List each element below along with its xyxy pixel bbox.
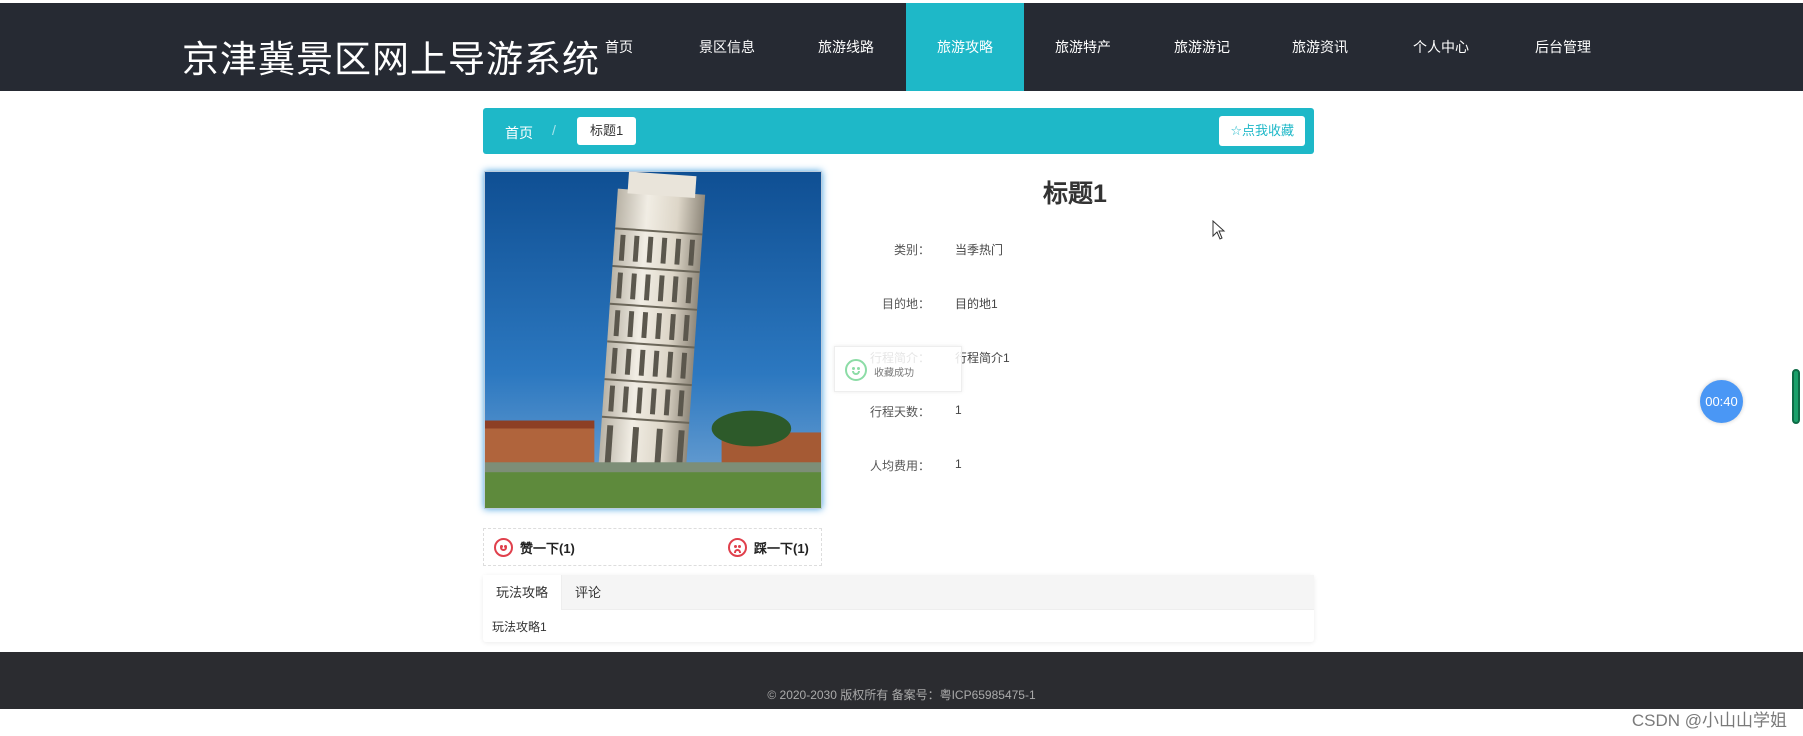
field-value-summary: 行程简介1 (955, 351, 1010, 365)
site-title: 京津冀景区网上导游系统 (182, 38, 600, 81)
footer: © 2020-2030 版权所有 备案号：粤ICP65985475-1 (0, 652, 1803, 709)
breadcrumb: 首页 / 标题1 ☆点我收藏 (483, 108, 1314, 154)
nav-item-home[interactable]: 首页 (560, 3, 678, 91)
nav-item-news[interactable]: 旅游资讯 (1261, 3, 1379, 91)
nav-item-routes[interactable]: 旅游线路 (787, 3, 905, 91)
field-label-category: 类别： (893, 243, 930, 257)
tab-content: 玩法攻略1 (492, 620, 547, 634)
leaning-tower-image (485, 172, 821, 508)
guide-photo (484, 171, 822, 509)
nav-item-scenic-info[interactable]: 景区信息 (668, 3, 786, 91)
nav-item-specialties[interactable]: 旅游特产 (1024, 3, 1142, 91)
frown-icon (728, 538, 747, 557)
dislike-button[interactable]: 踩一下(1) (728, 538, 809, 557)
success-toast: 收藏成功 (834, 346, 962, 392)
nav-item-travel-notes[interactable]: 旅游游记 (1143, 3, 1261, 91)
breadcrumb-current: 标题1 (577, 117, 637, 145)
cursor-icon (1212, 219, 1226, 245)
breadcrumb-separator: / (552, 122, 556, 138)
field-value-destination: 目的地1 (955, 297, 998, 311)
nav-item-user-center[interactable]: 个人中心 (1382, 3, 1500, 91)
tab-comments[interactable]: 评论 (562, 575, 614, 610)
guide-tabs: 玩法攻略 评论 玩法攻略1 (483, 575, 1314, 642)
tab-strategy[interactable]: 玩法攻略 (483, 575, 562, 610)
tab-header: 玩法攻略 评论 (483, 575, 1314, 610)
timer-badge[interactable]: 00:40 (1700, 380, 1743, 423)
top-navbar: 京津冀景区网上导游系统 首页 景区信息 旅游线路 旅游攻略 旅游特产 旅游游记 … (0, 3, 1803, 91)
watermark: CSDN @小山山学姐 (1631, 711, 1787, 730)
breadcrumb-home-link[interactable]: 首页 (505, 123, 533, 143)
vote-bar: 赞一下(1) 踩一下(1) (483, 528, 822, 566)
favorite-button[interactable]: ☆点我收藏 (1219, 116, 1305, 146)
like-button[interactable]: 赞一下(1) (494, 538, 575, 557)
field-value-category: 当季热门 (955, 243, 1004, 257)
field-label-destination: 目的地： (881, 297, 930, 311)
smile-icon (494, 538, 513, 557)
field-label-days: 行程天数： (869, 405, 930, 419)
field-label-cost: 人均费用： (869, 459, 930, 473)
like-label: 赞一下(1) (520, 541, 575, 556)
detail-title: 标题1 (1043, 180, 1107, 208)
side-scroll-handle[interactable] (1792, 369, 1800, 424)
nav-item-admin[interactable]: 后台管理 (1504, 3, 1622, 91)
dislike-label: 踩一下(1) (754, 541, 809, 556)
footer-copyright: © 2020-2030 版权所有 备案号：粤ICP65985475-1 (767, 688, 1036, 702)
field-value-days: 1 (955, 403, 962, 417)
nav-item-guides[interactable]: 旅游攻略 (906, 3, 1024, 91)
toast-smile-icon (845, 359, 867, 381)
toast-message: 收藏成功 (874, 368, 914, 379)
field-value-cost: 1 (955, 457, 962, 471)
